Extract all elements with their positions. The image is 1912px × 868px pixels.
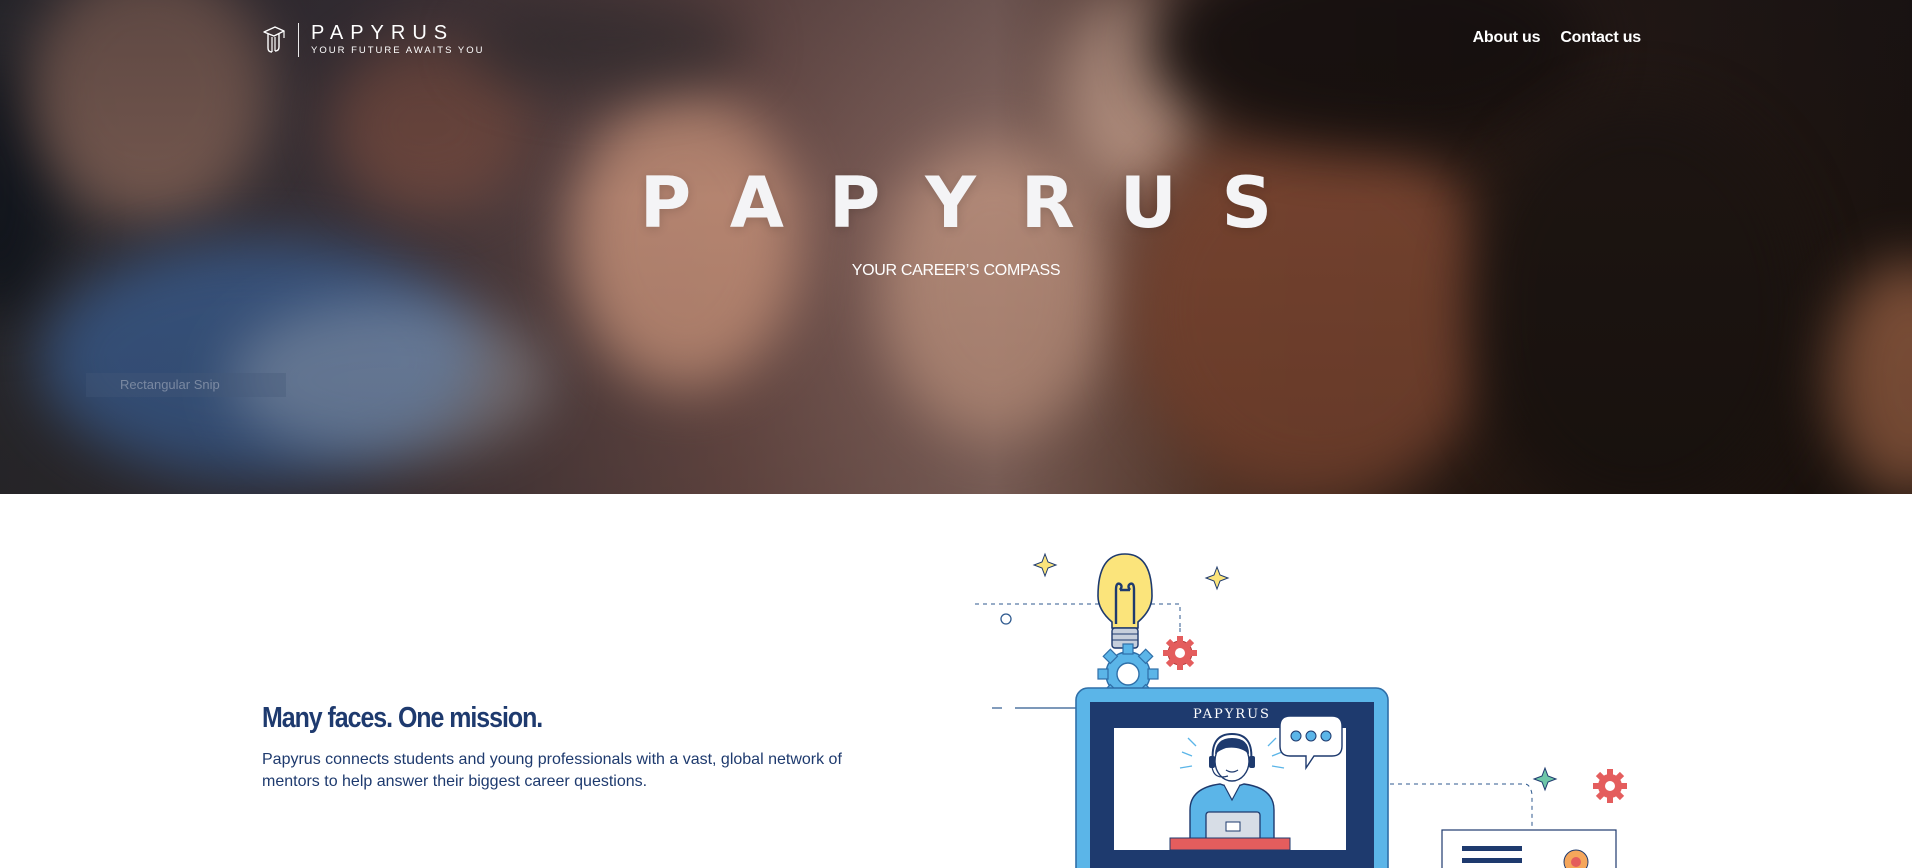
lightbulb-icon <box>1097 553 1153 649</box>
rectangular-snip-overlay: Rectangular Snip <box>86 373 286 397</box>
logo-name: PAPYRUS <box>311 22 455 44</box>
hero-banner: PAPYRUS YOUR FUTURE AWAITS YOU About us … <box>0 0 1912 494</box>
logo-divider <box>298 22 299 57</box>
mission-heading: Many faces. One mission. <box>262 702 543 734</box>
logo-text: PAPYRUS YOUR FUTURE AWAITS YOU <box>311 22 485 57</box>
site-logo[interactable]: PAPYRUS YOUR FUTURE AWAITS YOU <box>262 22 485 57</box>
gear-icon <box>1163 636 1197 670</box>
hero-subtitle: YOUR CAREER’S COMPASS <box>851 262 1061 279</box>
logo-tagline: YOUR FUTURE AWAITS YOU <box>311 45 485 56</box>
gear-icon <box>1593 769 1627 803</box>
nav-link-about-us[interactable]: About us <box>1473 29 1541 47</box>
small-circle-icon <box>1000 613 1012 625</box>
top-nav: About us Contact us <box>1473 29 1642 47</box>
nav-link-contact-us[interactable]: Contact us <box>1560 29 1641 47</box>
sparkle-icon <box>1204 565 1230 591</box>
graduation-cap-icon <box>263 25 285 53</box>
screen-label: PAPYRUS <box>1193 707 1271 722</box>
hero-title: PAPYRUS <box>639 162 1318 244</box>
sparkle-icon <box>1032 552 1058 578</box>
mission-description: Papyrus connects students and young prof… <box>262 751 842 790</box>
sparkle-icon <box>1532 766 1558 792</box>
document-icon <box>1441 829 1617 868</box>
mentor-illustration: PAPYRUS <box>975 552 1627 868</box>
